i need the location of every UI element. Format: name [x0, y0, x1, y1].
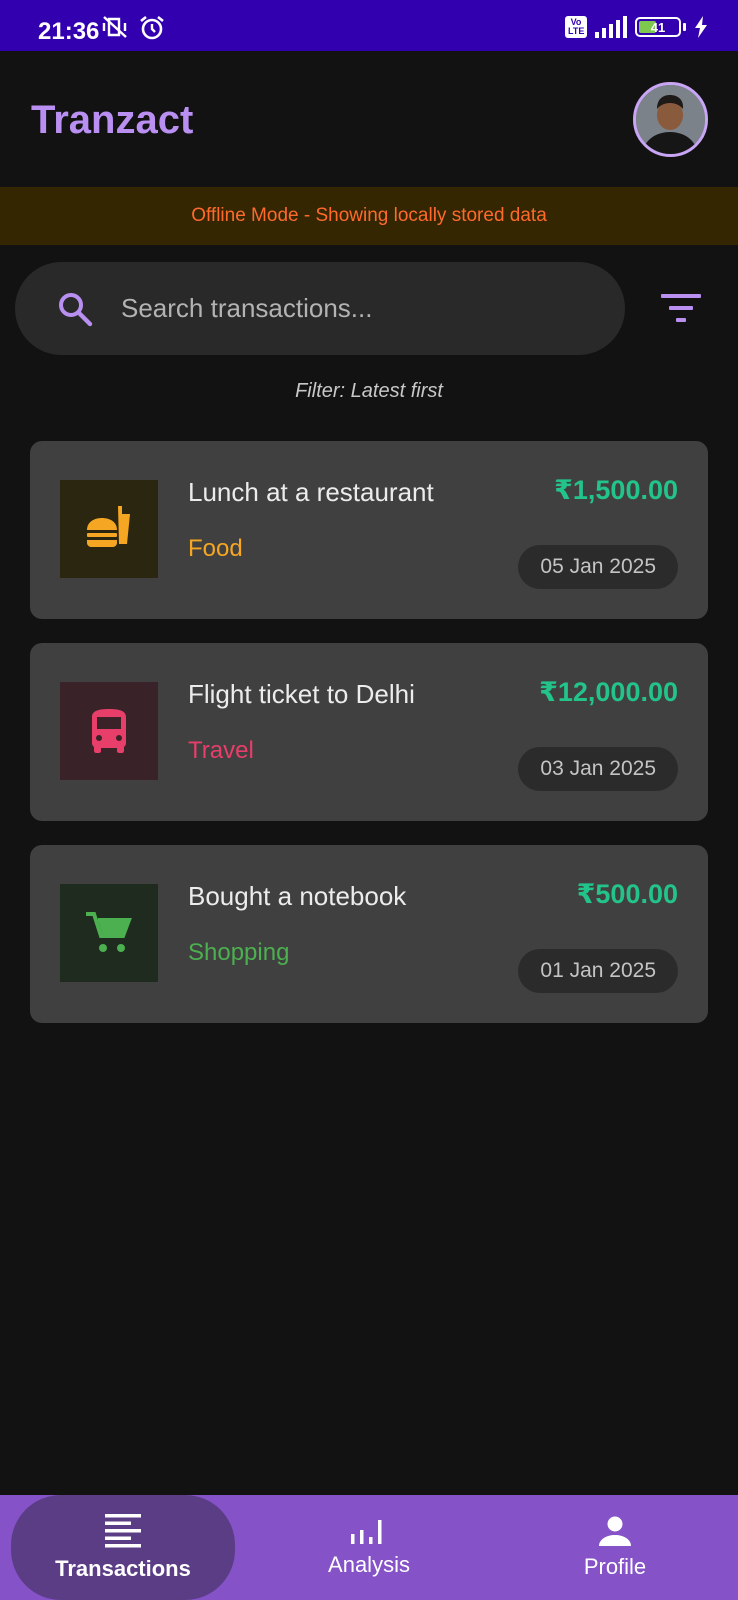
transaction-card[interactable]: Lunch at a restaurant Food ₹1,500.00 05 … — [30, 441, 708, 619]
bar-chart-icon — [351, 1519, 382, 1544]
status-system-icons: Vo LTE 41 — [565, 16, 708, 38]
filter-icon — [661, 294, 701, 322]
avatar[interactable] — [633, 82, 708, 157]
person-icon — [599, 1516, 631, 1546]
filter-button[interactable] — [656, 286, 706, 330]
battery-level: 41 — [650, 19, 666, 35]
transaction-amount: ₹500.00 — [576, 879, 678, 909]
fastfood-icon — [87, 506, 130, 547]
filter-label: Filter: Latest first — [295, 380, 443, 402]
transaction-date: 05 Jan 2025 — [518, 545, 678, 589]
battery-cap — [683, 23, 686, 31]
search-icon — [59, 292, 93, 326]
nav-label: Transactions — [55, 1555, 191, 1581]
transaction-icon-box — [60, 480, 158, 578]
avatar-image — [636, 85, 705, 154]
search-bar[interactable] — [15, 262, 625, 355]
status-notification-icons — [100, 14, 166, 42]
transaction-date: 01 Jan 2025 — [518, 949, 678, 993]
battery-indicator: 41 — [635, 17, 681, 37]
transaction-date: 03 Jan 2025 — [518, 747, 678, 791]
signal-icon — [595, 16, 627, 38]
transaction-amount: ₹1,500.00 — [554, 475, 678, 505]
list-icon — [105, 1513, 141, 1547]
cart-icon — [86, 912, 132, 952]
nav-analysis[interactable]: Analysis — [246, 1495, 492, 1600]
transaction-card[interactable]: Flight ticket to Delhi Travel ₹12,000.00… — [30, 643, 708, 821]
status-bar: 21:36 Vo LTE 41 — [0, 0, 738, 51]
transaction-title: Lunch at a restaurant — [188, 477, 434, 507]
offline-banner: Offline Mode - Showing locally stored da… — [0, 187, 738, 245]
search-input[interactable] — [121, 293, 561, 324]
charging-icon — [695, 16, 707, 38]
volte-badge: Vo LTE — [565, 16, 587, 38]
transaction-category: Travel — [188, 737, 254, 764]
offline-banner-text: Offline Mode - Showing locally stored da… — [191, 205, 547, 226]
transaction-title: Flight ticket to Delhi — [188, 679, 415, 709]
app-title: Tranzact — [31, 98, 194, 142]
vibrate-off-icon — [102, 16, 127, 38]
transaction-title: Bought a notebook — [188, 881, 407, 911]
status-time: 21:36 — [38, 18, 100, 45]
transaction-amount: ₹12,000.00 — [539, 677, 678, 707]
nav-label: Analysis — [328, 1551, 410, 1577]
alarm-icon — [140, 15, 164, 40]
nav-transactions[interactable]: Transactions — [0, 1495, 246, 1600]
nav-profile[interactable]: Profile — [492, 1495, 738, 1600]
transaction-card[interactable]: Bought a notebook Shopping ₹500.00 01 Ja… — [30, 845, 708, 1023]
nav-label: Profile — [583, 1553, 647, 1579]
nav-active-indicator — [11, 1495, 235, 1600]
transaction-icon-box — [60, 682, 158, 780]
transaction-icon-box — [60, 884, 158, 982]
bottom-navigation: Transactions Analysis Profile — [0, 1495, 738, 1600]
transaction-category: Shopping — [188, 939, 290, 966]
bus-icon — [92, 709, 126, 753]
transaction-category: Food — [188, 535, 243, 562]
